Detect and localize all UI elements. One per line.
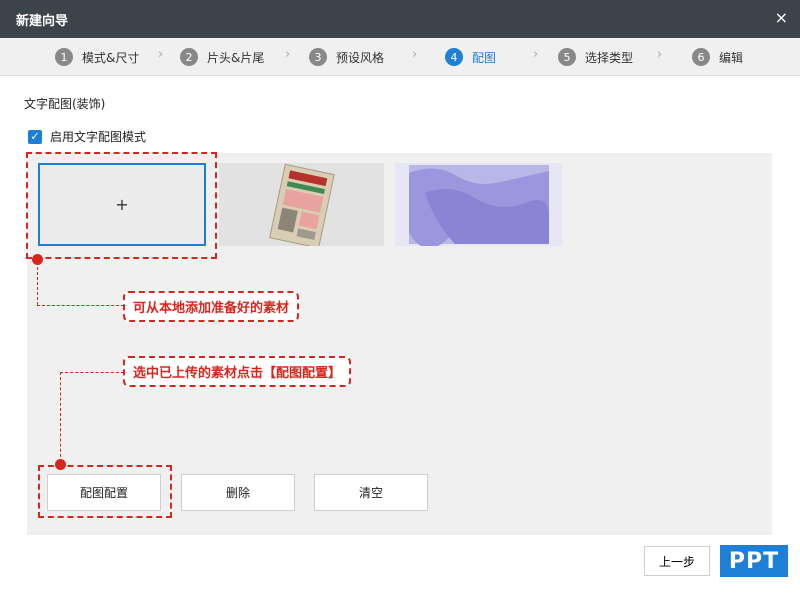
step-label: 选择类型 (585, 50, 634, 65)
chevron-right-icon: › (285, 47, 291, 62)
step-number: 5 (558, 48, 576, 66)
add-material-callout: 可从本地添加准备好的素材 (123, 291, 300, 322)
newspaper-image (269, 163, 335, 249)
chevron-right-icon: › (412, 47, 418, 62)
step-preset-style[interactable]: 3 预设风格 (309, 47, 384, 67)
chevron-right-icon: › (158, 47, 164, 62)
step-number: 4 (445, 48, 463, 66)
chevron-right-icon: › (533, 47, 539, 62)
material-thumbnail[interactable] (395, 163, 562, 249)
step-number: 2 (180, 48, 198, 66)
window-title: 新建向导 (16, 14, 69, 29)
checkbox-label: 启用文字配图模式 (50, 130, 147, 144)
annotation-line (37, 305, 124, 306)
step-label: 配图 (472, 50, 497, 65)
image-config-button[interactable]: 配图配置 (47, 474, 161, 511)
step-number: 3 (309, 48, 327, 66)
step-mode-size[interactable]: 1 模式&尺寸 (55, 47, 139, 67)
clear-button[interactable]: 清空 (314, 474, 428, 511)
material-thumbnail[interactable] (219, 163, 384, 249)
step-label: 预设风格 (336, 50, 385, 65)
annotation-line (60, 372, 61, 462)
step-number: 1 (55, 48, 73, 66)
section-title: 文字配图(装饰) (24, 97, 106, 111)
add-tile-highlight (26, 152, 217, 259)
step-label: 片头&片尾 (207, 50, 265, 65)
wizard-steps: 1 模式&尺寸 › 2 片头&片尾 › 3 预设风格 › 4 配图 › 5 选择… (0, 38, 800, 76)
title-bar: 新建向导 × (0, 0, 800, 38)
step-number: 6 (692, 48, 710, 66)
delete-button[interactable]: 删除 (181, 474, 295, 511)
checkbox-checked-icon: ✓ (28, 129, 42, 144)
close-icon[interactable]: × (775, 8, 788, 27)
annotation-line (60, 372, 124, 373)
config-callout: 选中已上传的素材点击【配图配置】 (123, 356, 352, 387)
step-choose-type[interactable]: 5 选择类型 (558, 47, 633, 67)
purple-texture-image (409, 165, 550, 249)
chevron-right-icon: › (657, 47, 663, 62)
enable-text-image-checkbox[interactable]: ✓ 启用文字配图模式 (28, 128, 146, 145)
step-image[interactable]: 4 配图 (445, 47, 496, 67)
step-intro-outro[interactable]: 2 片头&片尾 (180, 47, 264, 67)
step-label: 模式&尺寸 (82, 50, 140, 65)
step-label: 编辑 (719, 50, 744, 65)
step-edit[interactable]: 6 编辑 (692, 47, 743, 67)
ppt-logo: PPT (720, 545, 788, 577)
previous-step-button[interactable]: 上一步 (644, 546, 710, 576)
annotation-line (37, 262, 38, 305)
